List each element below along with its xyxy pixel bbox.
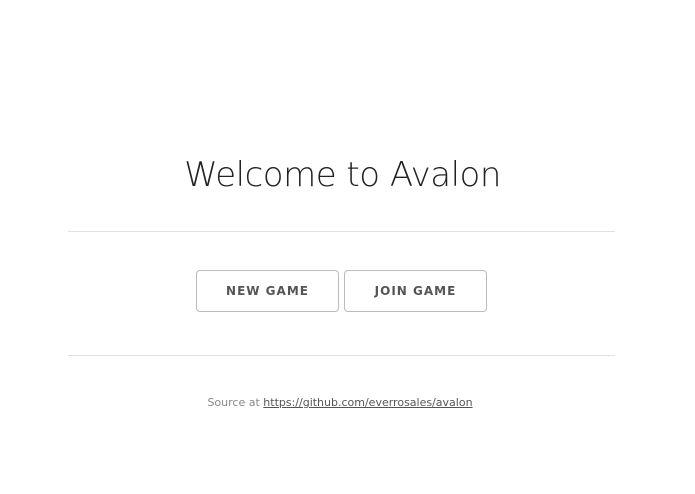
top-divider bbox=[68, 231, 615, 232]
new-game-button[interactable]: NEW GAME bbox=[196, 270, 339, 312]
page-title: Welcome to Avalon bbox=[184, 155, 501, 195]
footer-clip: Source at https://github.com/everrosales… bbox=[0, 395, 695, 419]
footer: Source at https://github.com/everrosales… bbox=[0, 395, 680, 411]
landing-page: Welcome to Avalon NEW GAME JOIN GAME Sou… bbox=[0, 0, 695, 494]
bottom-divider bbox=[68, 355, 615, 356]
source-link[interactable]: https://github.com/everrosales/avalon bbox=[263, 396, 472, 409]
action-buttons: NEW GAME JOIN GAME bbox=[196, 270, 488, 312]
source-prefix: Source at bbox=[207, 396, 260, 409]
join-game-button[interactable]: JOIN GAME bbox=[344, 270, 487, 312]
